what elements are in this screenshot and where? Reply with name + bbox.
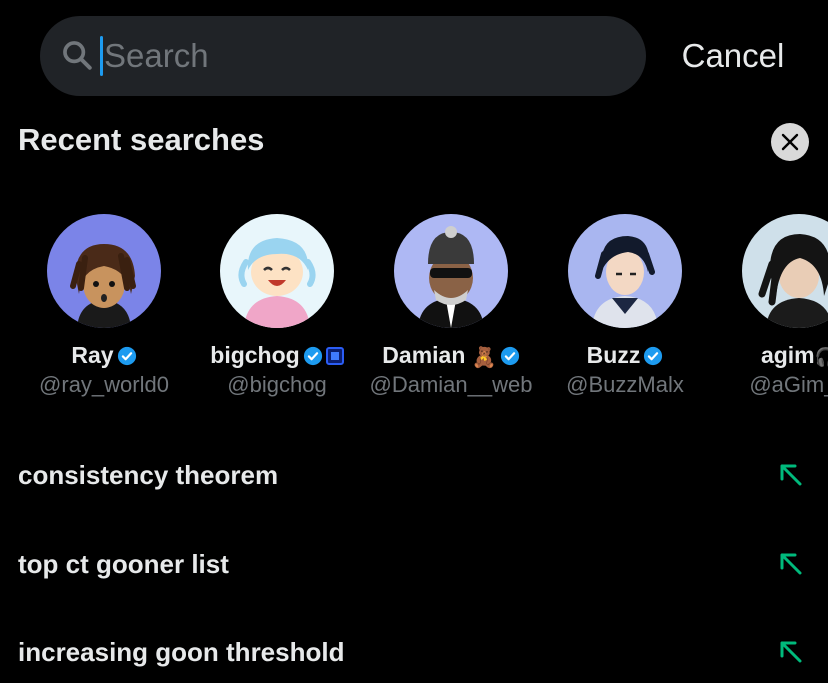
recent-query-row[interactable]: top ct gooner list — [0, 535, 828, 595]
user-name: Damian 🧸 — [364, 342, 538, 370]
avatar — [47, 214, 161, 328]
verified-badge-icon — [117, 346, 136, 366]
clear-recent-button[interactable] — [771, 123, 809, 161]
verified-badge-icon — [500, 346, 519, 366]
close-icon — [781, 133, 799, 151]
recent-query-text: increasing goon threshold — [18, 637, 345, 667]
avatar — [742, 214, 828, 328]
recent-query-text: consistency theorem — [18, 460, 279, 490]
avatar — [220, 214, 334, 328]
user-name: agim🎧 — [712, 342, 828, 369]
headphones-icon: 🎧 — [814, 347, 828, 367]
user-name: Buzz — [538, 342, 712, 369]
recent-user-ray[interactable]: Ray @ray_world0 — [17, 214, 191, 404]
recent-query-row[interactable]: increasing goon threshold — [0, 623, 828, 683]
user-handle: @BuzzMalx — [566, 372, 684, 397]
recent-query-text: top ct gooner list — [18, 549, 229, 579]
fill-query-arrow-icon[interactable] — [778, 551, 804, 577]
recent-users-carousel[interactable]: Ray @ray_world0 bigchog @bigchog Damian … — [0, 214, 828, 404]
recent-searches-title: Recent searches — [18, 122, 265, 157]
search-icon — [63, 41, 92, 70]
text-cursor — [100, 36, 103, 76]
recent-user-damian[interactable]: Damian 🧸 @Damian__web — [364, 214, 538, 404]
recent-user-buzz[interactable]: Buzz @BuzzMalx — [538, 214, 712, 404]
user-handle: @bigchog — [227, 372, 327, 397]
verified-badge-icon — [303, 346, 322, 366]
user-handle: @aGim_a — [749, 372, 828, 397]
user-handle: @ray_world0 — [39, 372, 169, 397]
user-name: bigchog — [190, 342, 364, 369]
affiliate-badge-icon — [325, 347, 344, 365]
user-name: Ray — [17, 342, 191, 369]
cancel-button[interactable]: Cancel — [668, 32, 798, 80]
avatar — [568, 214, 682, 328]
teddy-bear-icon: 🧸 — [471, 347, 497, 369]
recent-user-bigchog[interactable]: bigchog @bigchog — [190, 214, 364, 404]
fill-query-arrow-icon[interactable] — [778, 462, 804, 488]
user-handle: @Damian__web — [369, 372, 533, 397]
avatar — [394, 214, 508, 328]
verified-badge-icon — [644, 346, 663, 366]
recent-query-row[interactable]: consistency theorem — [0, 446, 828, 506]
search-input[interactable] — [104, 32, 624, 80]
fill-query-arrow-icon[interactable] — [778, 639, 804, 665]
recent-user-agim[interactable]: agim🎧 @aGim_a — [712, 214, 828, 404]
